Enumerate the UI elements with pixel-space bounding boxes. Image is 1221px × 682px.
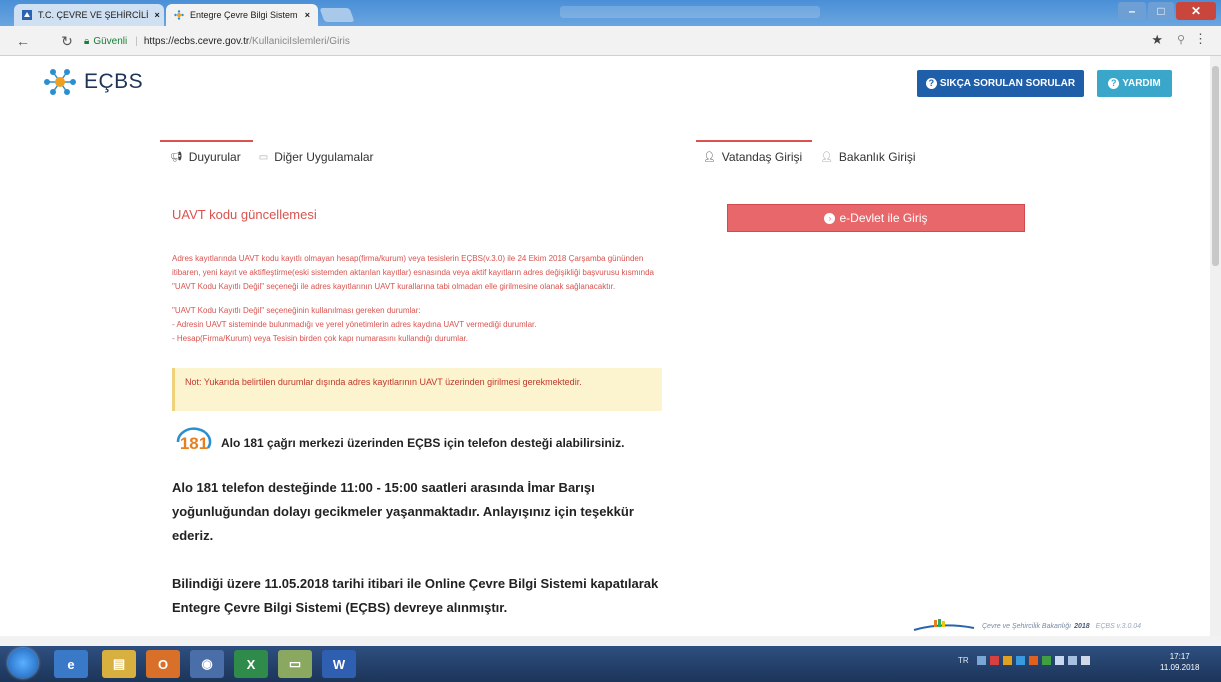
tab-label: Vatandaş Girişi (721, 150, 803, 164)
tray-app-icon[interactable] (1028, 656, 1038, 665)
new-tab-button[interactable] (319, 8, 355, 22)
window-icon: ▭ (258, 151, 269, 163)
chrome-icon[interactable]: ◉ (190, 650, 224, 678)
security-label: Güvenli (93, 35, 128, 47)
screen: T.C. ÇEVRE VE ŞEHİRCİLİ × Entegre Çevre … (0, 0, 1221, 682)
megaphone-icon: 📢︎ (170, 151, 183, 163)
taskbar-clock[interactable]: 17:17 11.09.2018 (1160, 651, 1199, 673)
help-button[interactable]: ? YARDIM (1097, 70, 1172, 97)
close-tab-icon[interactable]: × (299, 10, 310, 20)
tab-label: Duyurular (188, 150, 241, 164)
ecbs-logo-icon (44, 69, 76, 95)
tray-flag-icon[interactable] (1054, 656, 1064, 665)
user-icon: 👤︎ (703, 151, 716, 163)
scrollbar-thumb[interactable] (1212, 66, 1219, 266)
help-button-label: YARDIM (1122, 78, 1161, 89)
edevlet-button-label: e-Devlet ile Giriş (839, 211, 928, 225)
announcement-list-item: - Adresin UAVT sisteminde bulunmadığı ve… (172, 320, 537, 329)
folder-icon[interactable]: ▭ (278, 650, 312, 678)
announcement-paragraph: Adres kayıtlarında UAVT kodu kayıtlı olm… (172, 254, 654, 291)
bookmark-star-icon[interactable]: ★ (1151, 32, 1163, 48)
tabstrip-background (560, 6, 820, 18)
ecbs-favicon-icon (174, 10, 184, 20)
question-icon: ? (925, 78, 937, 89)
announcement-list-title: "UAVT Kodu Kayıtlı Değil" seçeneğinin ku… (172, 306, 421, 315)
alo-181-text: Alo 181 çağrı merkezi üzerinden EÇBS içi… (221, 436, 625, 450)
ministry-logo-icon (913, 619, 975, 631)
footer-year: 2018 (1074, 622, 1090, 630)
address-bar: ← ↻ 🔒︎ Güvenli | https://ecbs.cevre.gov.… (0, 26, 1221, 56)
tab-diger-uygulamalar[interactable]: ▭ Diğer Uygulamalar (259, 150, 374, 170)
system-tray: TR (958, 656, 1094, 665)
kebab-menu-icon[interactable]: ⋮ (1194, 31, 1207, 47)
excel-icon[interactable]: X (234, 650, 268, 678)
tab-label: T.C. ÇEVRE VE ŞEHİRCİLİ (38, 10, 149, 20)
notice-paragraph: Bilindiği üzere 11.05.2018 tarihi itibar… (172, 576, 659, 615)
faq-button-label: SIKÇA SORULAN SORULAR (939, 78, 1076, 89)
tray-network-icon[interactable] (976, 656, 986, 665)
chevron-right-icon: › (824, 212, 836, 224)
edevlet-login-button[interactable]: › e-Devlet ile Giriş (727, 204, 1025, 232)
ministry-favicon-icon (22, 10, 32, 20)
internet-explorer-icon[interactable]: e (54, 650, 88, 678)
tab-label: Entegre Çevre Bilgi Sistem (190, 10, 298, 20)
clock-date: 11.09.2018 (1160, 663, 1200, 672)
alo-181-badge: 181 (176, 427, 212, 453)
tab-cevre-sehircilik[interactable]: T.C. ÇEVRE VE ŞEHİRCİLİ × (14, 4, 164, 26)
page-scrollbar[interactable] (1210, 56, 1221, 636)
announcement-body: Adres kayıtlarında UAVT kodu kayıtlı olm… (172, 252, 662, 346)
url-host: https://ecbs.cevre.gov.tr (143, 35, 250, 47)
start-button[interactable] (8, 648, 38, 678)
tray-antivirus-icon[interactable] (989, 656, 999, 665)
tab-bakanlik-girisi[interactable]: 👤︎ Bakanlık Girişi (820, 150, 915, 170)
taskbar-gap (0, 636, 1221, 646)
tab-ecbs[interactable]: Entegre Çevre Bilgi Sistem × (166, 4, 318, 26)
announcement-list-item: - Hesap(Firma/Kurum) veya Tesisin birden… (172, 334, 468, 343)
tab-label: Diğer Uygulamalar (274, 150, 374, 164)
volume-icon[interactable] (1080, 656, 1090, 665)
user-icon: 👤︎ (820, 151, 833, 163)
logo-text: EÇBS (84, 70, 144, 93)
minimize-icon[interactable]: – (1118, 2, 1146, 20)
clock-time: 17:17 (1169, 652, 1190, 661)
warning-note: Not: Yukarıda belirtilen durumlar dışınd… (172, 368, 662, 411)
badge-text: 181 (180, 434, 208, 453)
tab-label: Bakanlık Girişi (838, 150, 916, 164)
browser-tabstrip: T.C. ÇEVRE VE ŞEHİRCİLİ × Entegre Çevre … (0, 0, 1221, 26)
right-tabs: 👤︎ Vatandaş Girişi 👤︎ Bakanlık Girişi (703, 140, 934, 170)
reload-icon[interactable]: ↻ (56, 30, 78, 52)
left-tabs: 📢︎ Duyurular ▭ Diğer Uygulamalar (170, 140, 392, 170)
notice-paragraph: Alo 181 telefon desteğinde 11:00 - 15:00… (172, 480, 634, 543)
taskbar: e ▤ O ◉ X ▭ W TR 17:17 11.09.2018 (0, 646, 1221, 682)
extension-icon[interactable]: ⚲ (1177, 33, 1185, 46)
question-icon: ? (1108, 78, 1120, 89)
tray-monitor-icon[interactable] (1067, 656, 1077, 665)
maximize-icon[interactable]: □ (1148, 2, 1174, 20)
tray-app-icon[interactable] (1002, 656, 1012, 665)
close-window-icon[interactable]: ✕ (1176, 2, 1216, 20)
tray-app-icon[interactable] (1041, 656, 1051, 665)
lock-icon: 🔒︎ (84, 35, 90, 47)
faq-button[interactable]: ? SIKÇA SORULAN SORULAR (917, 70, 1084, 97)
tab-duyurular[interactable]: 📢︎ Duyurular (170, 150, 241, 170)
word-icon[interactable]: W (322, 650, 356, 678)
url-omnibox[interactable]: 🔒︎ Güvenli | https://ecbs.cevre.gov.tr/K… (84, 30, 1184, 52)
ecbs-logo[interactable]: EÇBS (42, 67, 143, 97)
language-indicator[interactable]: TR (958, 656, 969, 665)
footer: Çevre ve Şehircilik Bakanlığı 2018 EÇBS … (912, 618, 1141, 634)
tray-app-icon[interactable] (1015, 656, 1025, 665)
file-explorer-icon[interactable]: ▤ (102, 650, 136, 678)
footer-version: EÇBS v.3.0.04 (1095, 622, 1142, 630)
page: EÇBS ? SIKÇA SORULAN SORULAR ? YARDIM 📢︎… (0, 56, 1210, 636)
outlook-icon[interactable]: O (146, 650, 180, 678)
url-divider: | (135, 35, 138, 47)
back-arrow-icon[interactable]: ← (12, 30, 34, 52)
close-tab-icon[interactable]: × (149, 10, 160, 20)
announcement-title: UAVT kodu güncellemesi (172, 207, 317, 222)
tab-vatandas-girisi[interactable]: 👤︎ Vatandaş Girişi (703, 150, 802, 170)
url-path: /KullaniciIslemleri/Giris (249, 35, 350, 47)
footer-ministry: Çevre ve Şehircilik Bakanlığı (982, 622, 1072, 630)
